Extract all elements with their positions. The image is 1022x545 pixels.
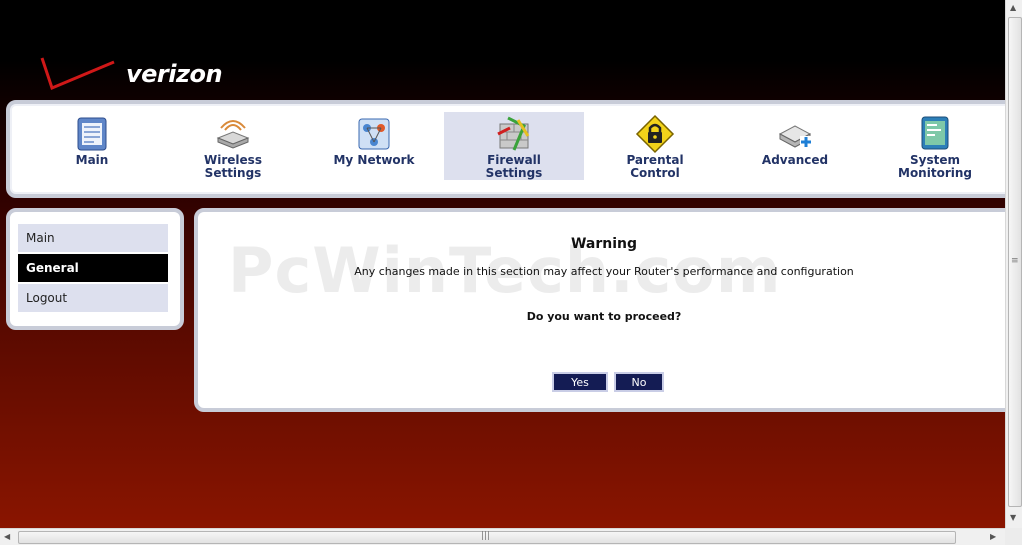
firewall-icon [497, 116, 530, 151]
nav-label: Firewall Settings [485, 153, 543, 180]
wireless-router-icon [216, 120, 250, 149]
nav-item-my-network[interactable]: My Network [304, 112, 444, 180]
verizon-logo-text: verizon [126, 60, 223, 88]
scroll-up-icon[interactable]: ▲ [1010, 3, 1016, 12]
lock-warning-icon [635, 114, 675, 154]
nav-label: My Network [333, 153, 415, 167]
side-item-main[interactable]: Main [18, 224, 168, 252]
advanced-tools-icon [778, 125, 812, 148]
grip-icon: ≡ [1011, 256, 1019, 266]
vertical-scrollbar[interactable]: ▲ ≡ ▼ [1005, 0, 1022, 528]
nav-label: System Monitoring [898, 153, 972, 180]
nav-item-wireless-settings[interactable]: Wireless Settings [163, 112, 303, 180]
yes-button[interactable]: Yes [552, 372, 608, 392]
proceed-question: Do you want to proceed? [526, 310, 682, 323]
scrollbar-corner [1005, 528, 1022, 545]
grip-icon: ||| [481, 531, 491, 541]
scroll-down-icon[interactable]: ▼ [1010, 513, 1016, 522]
warning-message: Any changes made in this section may aff… [354, 265, 854, 278]
nav-item-main[interactable]: Main [22, 112, 162, 180]
nav-item-firewall-settings[interactable]: Firewall Settings [444, 112, 584, 180]
network-icon [358, 118, 390, 150]
nav-label: Main [75, 153, 109, 167]
nav-item-system-monitoring[interactable]: System Monitoring [865, 112, 1005, 180]
nav-label: Advanced [761, 153, 829, 167]
router-admin-page: verizon Main Wireless Settings My Networ… [0, 0, 1005, 528]
warning-panel: PcWinTech.com Warning Any changes made i… [194, 208, 1005, 412]
side-item-logout[interactable]: Logout [18, 284, 168, 312]
nav-item-parental-control[interactable]: Parental Control [585, 112, 725, 180]
verizon-logo: verizon [38, 56, 228, 96]
nav-label: Wireless Settings [204, 153, 262, 180]
horizontal-scrollbar[interactable]: ◀ ||| ▶ [0, 528, 1005, 545]
side-menu: Main General Logout [6, 208, 184, 330]
nav-label: Parental Control [626, 153, 684, 180]
side-item-general[interactable]: General [18, 254, 168, 282]
main-page-icon [77, 117, 107, 151]
monitor-icon [921, 116, 949, 150]
warning-title: Warning [570, 236, 638, 252]
vertical-scroll-thumb[interactable]: ≡ [1008, 17, 1022, 507]
scroll-left-icon[interactable]: ◀ [4, 532, 10, 541]
no-button[interactable]: No [614, 372, 664, 392]
scroll-right-icon[interactable]: ▶ [990, 532, 996, 541]
horizontal-scroll-thumb[interactable]: ||| [18, 531, 956, 544]
nav-item-advanced[interactable]: Advanced [725, 112, 865, 180]
main-navigation: Main Wireless Settings My Network Firewa… [6, 100, 1005, 198]
